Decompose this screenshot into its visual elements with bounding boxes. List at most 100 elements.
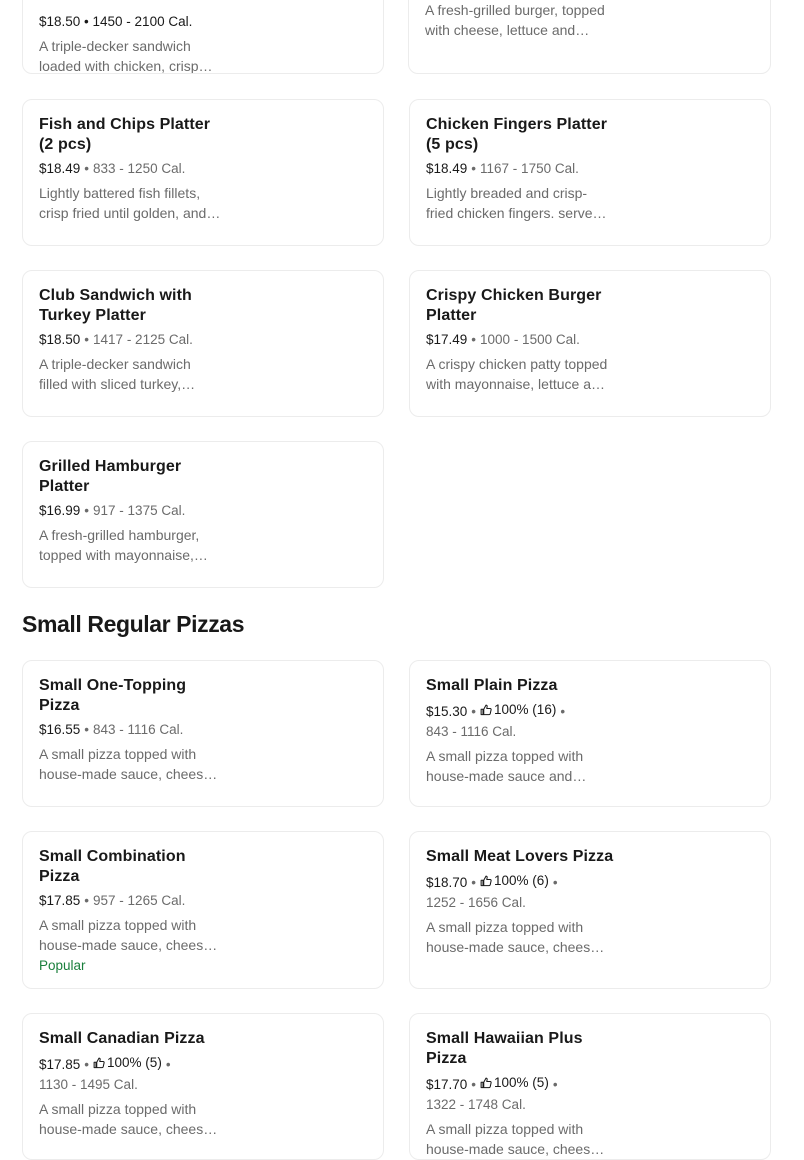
separator-dot: •	[84, 332, 90, 347]
item-calories: 1130 - 1495 Cal.	[39, 1077, 138, 1092]
item-name: Fish and Chips Platter (2 pcs)	[39, 116, 211, 153]
item-name: Small Canadian Pizza	[39, 1030, 205, 1047]
item-price: $18.50	[39, 332, 81, 347]
menu-item-card[interactable]: Small One-Topping Pizza $16.55 • 843 - 111…	[22, 660, 384, 807]
item-name: Small Combination Pizza	[39, 848, 186, 885]
item-meta: $18.49 • 1167 - 1750 Cal.	[426, 159, 610, 179]
item-name: Small Plain Pizza	[426, 677, 558, 694]
menu-item-card[interactable]: Small Combination Pizza $17.85 • 957 - 126…	[22, 831, 384, 989]
item-rating: 100% (5)	[93, 1053, 162, 1073]
item-description: A small pizza topped with house-made sau…	[39, 746, 211, 782]
item-meta: $17.85 • 957 - 1265 Cal.	[39, 891, 223, 911]
item-rating: 100% (5)	[480, 1073, 549, 1093]
item-rating: 100% (16)	[480, 700, 556, 720]
pizzas-grid: Small One-Topping Pizza $16.55 • 843 - 111…	[22, 660, 771, 1160]
item-name: Small Meat Lovers Pizza	[426, 848, 614, 865]
item-price: $17.85	[39, 1057, 81, 1072]
item-price: $17.70	[426, 1077, 468, 1092]
separator-dot: •	[84, 503, 90, 518]
separator-dot: •	[84, 893, 90, 908]
separator-dot: •	[84, 1057, 90, 1072]
item-calories: 1322 - 1748 Cal.	[426, 1097, 526, 1112]
menu-item-card[interactable]: Fish and Chips Platter (2 pcs) $18.49 • 83…	[22, 99, 384, 246]
item-name: Small Hawaiian Plus Pizza	[426, 1030, 583, 1067]
item-description: A small pizza topped with house-made sau…	[426, 919, 602, 955]
separator-dot: •	[471, 875, 477, 890]
section-title: Small Regular Pizzas	[22, 611, 245, 637]
item-description: A small pizza topped with house-made sau…	[39, 1101, 215, 1137]
item-meta: $18.70 • 100% (6) • 1252 - 1656 Cal.	[426, 871, 610, 913]
thumbs-up-icon	[480, 1077, 492, 1089]
item-calories: 843 - 1116 Cal.	[426, 724, 517, 739]
item-calories: 1000 - 1500 Cal.	[480, 332, 580, 347]
menu-item-card[interactable]: A fresh-grilled burger, topped with chee…	[408, 0, 771, 74]
separator-dot: •	[552, 875, 558, 890]
separator-dot: •	[471, 704, 477, 719]
rating-value: 100% (5)	[494, 1075, 549, 1090]
item-meta: $18.50 • 1417 - 2125 Cal.	[39, 330, 223, 350]
popular-badge: Popular	[39, 958, 86, 973]
menu-item-card[interactable]: Crispy Chicken Burger Platter $17.49 • 100…	[409, 270, 771, 417]
item-description: A fresh-grilled hamburger, topped with m…	[39, 527, 200, 563]
item-meta: $15.30 • 100% (16) • 843 - 1116 Cal.	[426, 700, 610, 742]
menu-item-card[interactable]: Small Meat Lovers Pizza $18.70 • 100% (6) •…	[409, 831, 771, 989]
item-calories: 1417 - 2125 Cal.	[93, 332, 193, 347]
item-rating: 100% (6)	[480, 871, 549, 891]
separator-dot: •	[560, 704, 566, 719]
item-name: Small One-Topping Pizza	[39, 677, 187, 714]
menu-item-card[interactable]: $18.50 • 1450 - 2100 Cal. A triple-decke…	[22, 0, 384, 74]
item-description: A triple-decker sandwich loaded with chi…	[39, 38, 199, 74]
item-description: A small pizza topped with house-made sau…	[426, 1121, 602, 1157]
item-price: $18.49	[426, 161, 468, 176]
separator-dot: •	[471, 332, 477, 347]
item-name: Chicken Fingers Platter (5 pcs)	[426, 116, 608, 153]
item-price: $18.49	[39, 161, 81, 176]
item-calories: 833 - 1250 Cal.	[93, 161, 186, 176]
item-description: A triple-decker sandwich filled with sli…	[39, 356, 191, 392]
menu-item-card[interactable]: Small Hawaiian Plus Pizza $17.70 • 100% (5…	[409, 1013, 771, 1160]
item-calories: 1252 - 1656 Cal.	[426, 895, 526, 910]
platters-grid: Fish and Chips Platter (2 pcs) $18.49 • 83…	[22, 99, 771, 588]
item-description: A crispy chicken patty topped with mayon…	[426, 356, 608, 392]
item-meta: $16.55 • 843 - 1116 Cal.	[39, 720, 223, 740]
item-description: A small pizza topped with house-made sau…	[39, 917, 215, 953]
item-price: $17.49	[426, 332, 468, 347]
item-calories: 1167 - 1750 Cal.	[480, 161, 579, 176]
separator-dot: •	[471, 161, 477, 176]
rating-value: 100% (6)	[494, 873, 549, 888]
item-price: $18.70	[426, 875, 468, 890]
separator-dot: •	[84, 722, 90, 737]
item-meta: $18.50 • 1450 - 2100 Cal.	[39, 14, 193, 29]
item-description: A fresh-grilled burger, topped with chee…	[425, 2, 605, 38]
item-calories: 843 - 1116 Cal.	[93, 722, 184, 737]
item-name: Club Sandwich with Turkey Platter	[39, 287, 192, 324]
rating-value: 100% (16)	[494, 702, 557, 717]
item-meta: $17.70 • 100% (5) • 1322 - 1748 Cal.	[426, 1073, 610, 1115]
menu-item-card[interactable]: Small Canadian Pizza $17.85 • 100% (5) • 113…	[22, 1013, 384, 1160]
separator-dot: •	[84, 161, 90, 176]
item-meta: $17.85 • 100% (5) • 1130 - 1495 Cal.	[39, 1053, 223, 1095]
item-calories: 957 - 1265 Cal.	[93, 893, 186, 908]
item-name: Grilled Hamburger Platter	[39, 458, 182, 495]
thumbs-up-icon	[480, 875, 492, 887]
separator-dot: •	[552, 1077, 558, 1092]
menu-item-card[interactable]: Club Sandwich with Turkey Platter $18.50…	[22, 270, 384, 417]
item-description: A small pizza topped with house-made sau…	[426, 748, 584, 784]
item-description: Lightly breaded and crisp-fried chicken …	[426, 185, 601, 221]
item-meta: $18.49 • 833 - 1250 Cal.	[39, 159, 223, 179]
item-meta: $17.49 • 1000 - 1500 Cal.	[426, 330, 610, 350]
item-name: Crispy Chicken Burger Platter	[426, 287, 602, 324]
separator-dot: •	[165, 1057, 171, 1072]
menu-item-card[interactable]: Chicken Fingers Platter (5 pcs) $18.49 • 1…	[409, 99, 771, 246]
menu-item-card[interactable]: Grilled Hamburger Platter $16.99 • 917 - 1…	[22, 441, 384, 588]
item-price: $16.55	[39, 722, 81, 737]
rating-value: 100% (5)	[107, 1055, 162, 1070]
menu-item-card[interactable]: Small Plain Pizza $15.30 • 100% (16) • 843 -…	[409, 660, 771, 807]
separator-dot: •	[471, 1077, 477, 1092]
item-description: Lightly battered fish fillets, crisp fri…	[39, 185, 207, 221]
item-price: $15.30	[426, 704, 468, 719]
thumbs-up-icon	[93, 1057, 105, 1069]
item-meta: $16.99 • 917 - 1375 Cal.	[39, 501, 223, 521]
item-price: $16.99	[39, 503, 81, 518]
item-calories: 917 - 1375 Cal.	[93, 503, 186, 518]
